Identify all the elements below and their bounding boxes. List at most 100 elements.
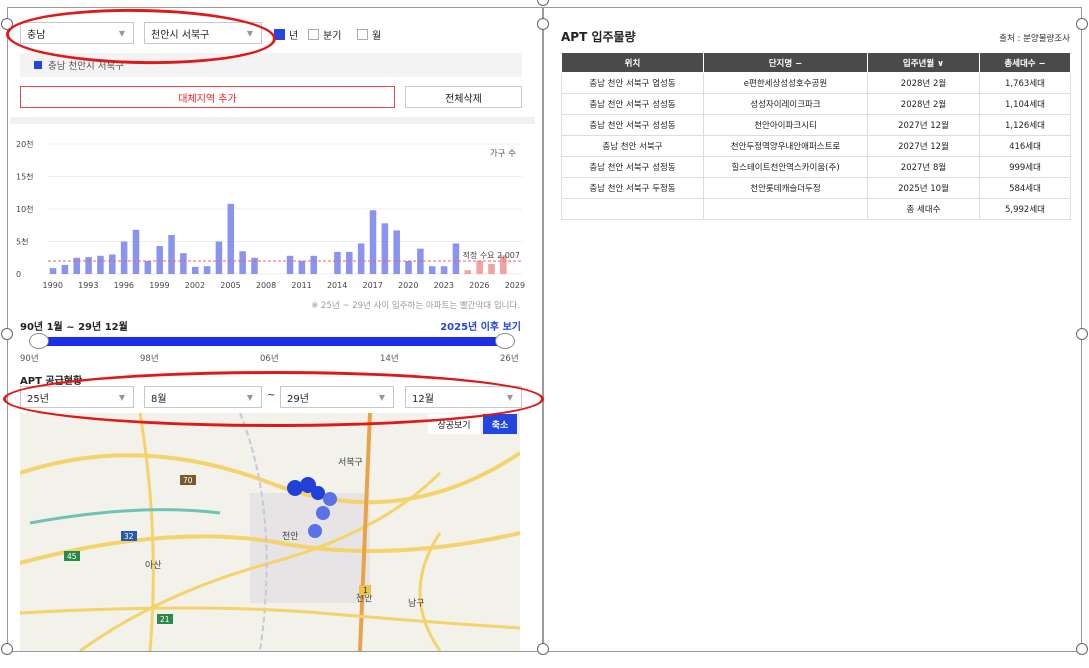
resize-handle[interactable] bbox=[1, 328, 13, 340]
checkbox-icon bbox=[308, 29, 319, 40]
chart-bar bbox=[168, 235, 175, 274]
resize-handle[interactable] bbox=[1, 18, 13, 30]
chart-bar bbox=[180, 253, 187, 274]
region-select[interactable]: 충남 ▼ bbox=[20, 22, 134, 44]
chart-bar bbox=[61, 264, 69, 274]
range-tilde: ~ bbox=[267, 390, 276, 401]
chart-bar bbox=[476, 260, 483, 274]
table-header[interactable]: 위치 bbox=[561, 52, 704, 73]
chart-bar bbox=[334, 251, 341, 274]
table-title: APT 입주물량 bbox=[561, 30, 636, 44]
district-select[interactable]: 천안시 서북구 ▼ bbox=[144, 22, 262, 44]
chevron-down-icon: ▼ bbox=[118, 393, 125, 402]
chart-bar bbox=[203, 266, 211, 274]
resize-handle[interactable] bbox=[1076, 328, 1088, 340]
table-header[interactable]: 입주년월 ∨ bbox=[867, 52, 980, 73]
resize-handle[interactable] bbox=[537, 18, 549, 30]
table-header[interactable]: 단지명 − bbox=[703, 52, 868, 73]
add-region-label: 대체지역 추가 bbox=[178, 93, 237, 105]
chevron-down-icon: ▼ bbox=[246, 29, 253, 38]
selected-region-bar: 충남 천안시 서북구 bbox=[20, 53, 522, 77]
table-row[interactable]: 충남 천안 서북구 성정동 힐스테이트천안역스카이움(주) 2027년 8월 999세… bbox=[561, 156, 1071, 178]
x-tick-label: 2023 bbox=[434, 281, 454, 290]
resize-handle[interactable] bbox=[1076, 643, 1088, 655]
x-tick-label: 2029 bbox=[505, 281, 525, 290]
to-year-select[interactable]: 29년 ▼ bbox=[280, 386, 394, 408]
period-quarter-checkbox[interactable]: 분기 bbox=[308, 27, 341, 42]
x-tick-label: 2002 bbox=[185, 281, 205, 290]
add-region-button[interactable]: 대체지역 추가 bbox=[20, 86, 395, 108]
table-header[interactable]: 총세대수 − bbox=[979, 52, 1071, 73]
from-year-value: 25년 bbox=[27, 393, 49, 405]
chart-bar bbox=[49, 268, 57, 274]
resize-handle[interactable] bbox=[537, 643, 549, 655]
table-cell: 2028년 2월 bbox=[867, 93, 980, 115]
range-tick-label: 14년 bbox=[380, 354, 399, 364]
chart-bar bbox=[251, 257, 258, 274]
from-year-select[interactable]: 25년 ▼ bbox=[20, 386, 134, 408]
map-canvas[interactable]: 서북구 천안 아산 천안 남구 70 32 45 21 1 bbox=[20, 413, 520, 651]
selected-region-label: 충남 천안시 서북구 bbox=[48, 61, 124, 72]
range-tick-label: 06년 bbox=[260, 354, 279, 364]
table-cell: 성성자이레이크파크 bbox=[703, 93, 868, 115]
table-row[interactable]: 충남 천안 서북구 업성동 e편한세상성성호수공원 2028년 2월 1,763세대 bbox=[561, 72, 1071, 94]
table-cell: e편한세상성성호수공원 bbox=[703, 72, 868, 94]
chart-bar bbox=[464, 270, 472, 274]
range-handle-start[interactable] bbox=[29, 333, 49, 349]
resize-handle[interactable] bbox=[537, 0, 549, 6]
x-tick-label: 2005 bbox=[220, 281, 240, 290]
chevron-down-icon: ▼ bbox=[506, 393, 513, 402]
table-row[interactable]: 충남 천안 서북구 천안두정역양우내안애퍼스트로 2027년 12월 416세대 bbox=[561, 135, 1071, 157]
resize-handle[interactable] bbox=[1076, 18, 1088, 30]
x-tick-label: 1990 bbox=[43, 281, 63, 290]
map[interactable]: 서북구 천안 아산 천안 남구 70 32 45 21 1 bbox=[20, 413, 520, 651]
delete-all-button[interactable]: 전체삭제 bbox=[405, 86, 522, 108]
table-cell: 충남 천안 서북구 업성동 bbox=[561, 72, 704, 94]
table-cell: 충남 천안 서북구 성성동 bbox=[561, 114, 704, 136]
table-source: 출처 : 분양물량조사 bbox=[999, 34, 1070, 44]
chart-bar bbox=[97, 255, 104, 274]
chart-bar bbox=[120, 241, 128, 274]
chart-bar bbox=[132, 229, 140, 274]
divider bbox=[10, 117, 535, 124]
checkbox-icon bbox=[357, 29, 368, 40]
zoom-out-label: 축소 bbox=[491, 420, 509, 431]
x-tick-label: 1996 bbox=[114, 281, 134, 290]
period-year-checkbox[interactable]: 년 bbox=[274, 27, 298, 42]
map-label: 아산 bbox=[145, 560, 162, 571]
to-month-select[interactable]: 12월 ▼ bbox=[405, 386, 522, 408]
range-track[interactable] bbox=[38, 337, 506, 346]
range-handle-end[interactable] bbox=[495, 333, 515, 349]
chart-bar bbox=[428, 266, 436, 274]
to-year-value: 29년 bbox=[287, 393, 309, 405]
checkbox-icon bbox=[274, 29, 285, 40]
chart-bar bbox=[144, 261, 152, 274]
table-cell: 2027년 12월 bbox=[867, 114, 980, 136]
map-label: 천안 bbox=[282, 531, 299, 542]
supply-label: APT 공급현황 bbox=[20, 376, 83, 387]
period-label: 월 bbox=[372, 31, 382, 42]
from-month-select[interactable]: 8월 ▼ bbox=[144, 386, 262, 408]
x-tick-label: 2011 bbox=[291, 281, 311, 290]
table-row[interactable]: 충남 천안 서북구 두정동 천안롯데캐슬더두정 2025년 10월 584세대 bbox=[561, 177, 1071, 199]
period-month-checkbox[interactable]: 월 bbox=[357, 27, 381, 42]
chart-bar bbox=[156, 246, 163, 274]
chart-bar bbox=[381, 223, 389, 274]
view-after-2025-link[interactable]: 2025년 이후 보기 bbox=[420, 318, 521, 333]
table-cell: 총 세대수 bbox=[867, 198, 980, 220]
delete-all-label: 전체삭제 bbox=[445, 93, 482, 105]
reference-label: 적정 수요 2,007 bbox=[463, 250, 520, 260]
range-tick-label: 26년 bbox=[500, 354, 519, 364]
map-view-button[interactable]: 상공보기 bbox=[428, 414, 480, 434]
zoom-out-button[interactable]: 축소 bbox=[483, 414, 517, 434]
table-row[interactable]: 충남 천안 서북구 성성동 성성자이레이크파크 2028년 2월 1,104세대 bbox=[561, 93, 1071, 115]
y-tick-label: 20천 bbox=[16, 139, 34, 149]
region-select-value: 충남 bbox=[27, 29, 46, 41]
chart-bar bbox=[73, 257, 80, 274]
table-row[interactable]: 충남 천안 서북구 성성동 천안아이파크시티 2027년 12월 1,126세대 bbox=[561, 114, 1071, 136]
to-month-value: 12월 bbox=[412, 393, 434, 405]
table-cell: 2028년 2월 bbox=[867, 72, 980, 94]
resize-handle[interactable] bbox=[1, 643, 13, 655]
x-tick-label: 2020 bbox=[398, 281, 418, 290]
chart-bar bbox=[369, 210, 377, 274]
